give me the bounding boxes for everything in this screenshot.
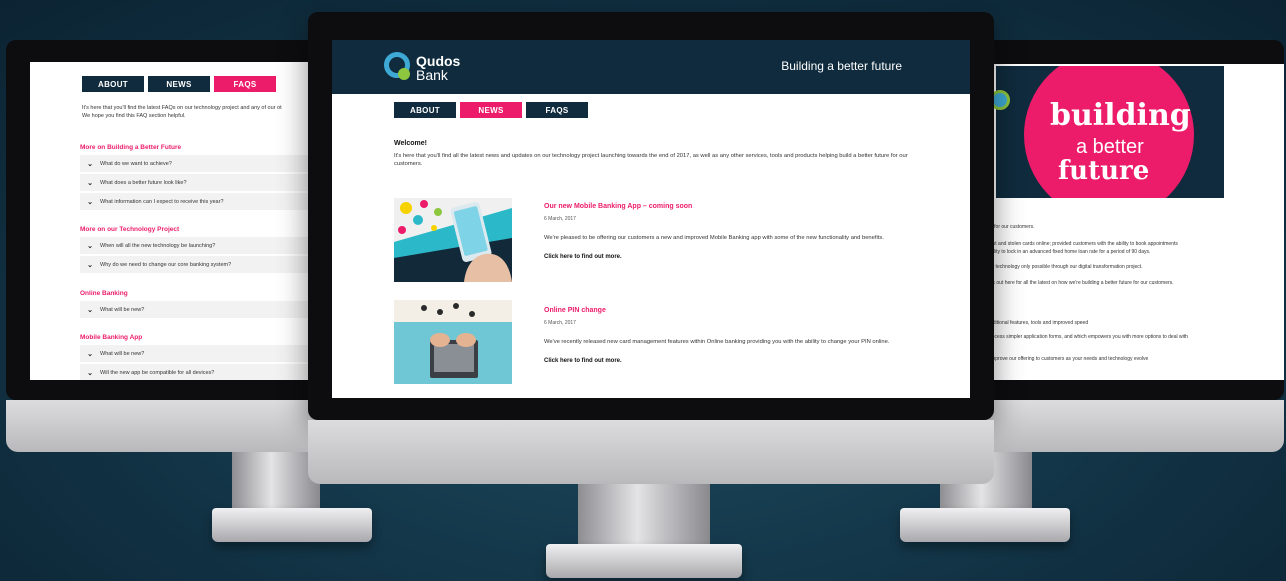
news-read-more-link[interactable]: Click here to find out more. (544, 358, 622, 364)
news-image-mobile-app[interactable] (394, 198, 512, 282)
news-date: 6 March, 2017 (544, 216, 576, 222)
hero-word: future (1058, 156, 1150, 186)
news-body: We've recently released new card managem… (544, 339, 890, 345)
phone-hand-illustration (394, 198, 512, 282)
laptop-typing-illustration (394, 300, 512, 384)
news-body: We're pleased to be offering our custome… (544, 235, 884, 241)
right-body-line: bility to lock in an advanced fixed home… (990, 249, 1151, 255)
right-monitor-foot (900, 508, 1070, 542)
chevron-down-icon: ⌄ (87, 179, 93, 187)
right-body-line: dditional features, tools and improved s… (990, 320, 1089, 326)
faq-section-online-banking: Online Banking ⌄ What will be new? (80, 290, 320, 320)
tab-faqs[interactable]: FAQS (214, 76, 276, 92)
chevron-down-icon: ⌄ (87, 242, 93, 250)
center-monitor-chin (308, 420, 994, 484)
faq-section-heading: More on Building a Better Future (80, 144, 182, 151)
qudos-logo-dot-icon (398, 68, 410, 80)
faq-item[interactable]: ⌄ When will all the new technology be lau… (80, 237, 320, 254)
faq-item[interactable]: ⌄ What will be new? (80, 301, 320, 318)
chevron-down-icon: ⌄ (87, 350, 93, 358)
faq-section-heading: Online Banking (80, 290, 128, 297)
center-tab-bar: ABOUT NEWS FAQS (394, 102, 588, 118)
right-hero-banner: building a better future (996, 66, 1224, 198)
faq-intro-line: We hope you find this FAQ section helpfu… (82, 113, 186, 119)
tab-faqs[interactable]: FAQS (526, 102, 588, 118)
faq-intro-line: It's here that you'll find the latest FA… (82, 105, 282, 111)
right-body-line: of technology only possible through our … (990, 264, 1143, 270)
chevron-down-icon: ⌄ (87, 369, 93, 377)
news-title-link[interactable]: Our new Mobile Banking App – coming soon (544, 203, 692, 210)
news-read-more-link[interactable]: Click here to find out more. (544, 254, 622, 260)
faq-section-technology: More on our Technology Project ⌄ When wil… (80, 226, 320, 275)
right-body-line: improve our offering to customers as you… (990, 356, 1149, 362)
chevron-down-icon: ⌄ (87, 160, 93, 168)
site-header: Qudos Bank Building a better future (332, 40, 970, 94)
faq-item[interactable]: ⌄ What do we want to achieve? (80, 155, 320, 172)
tab-news[interactable]: NEWS (148, 76, 210, 92)
center-monitor-foot (546, 544, 742, 578)
hero-word: building (1050, 98, 1191, 133)
faq-item[interactable]: ⌄ Why do we need to change our core banki… (80, 256, 320, 273)
news-title-link[interactable]: Online PIN change (544, 307, 606, 314)
tab-about[interactable]: ABOUT (394, 102, 456, 118)
chevron-down-icon: ⌄ (87, 306, 93, 314)
faq-section-heading: Mobile Banking App (80, 334, 143, 341)
news-date: 6 March, 2017 (544, 320, 576, 326)
faq-item[interactable]: ⌄ What will be new? (80, 345, 320, 362)
tab-about[interactable]: ABOUT (82, 76, 144, 92)
tab-news[interactable]: NEWS (460, 102, 522, 118)
left-tab-bar: ABOUT NEWS FAQS (82, 76, 276, 92)
left-monitor-foot (212, 508, 372, 542)
faq-item[interactable]: ⌄ What information can I expect to receiv… (80, 193, 320, 210)
chevron-down-icon: ⌄ (87, 198, 93, 206)
center-monitor-stand (578, 484, 710, 550)
faq-section-heading: More on our Technology Project (80, 226, 180, 233)
site-tagline: Building a better future (781, 59, 902, 73)
right-monitor-screen: building a better future e for our custo… (966, 64, 1284, 380)
right-monitor-chin (948, 400, 1284, 452)
welcome-body: It's here that you'll find all the lates… (394, 153, 908, 167)
chevron-down-icon: ⌄ (87, 261, 93, 269)
faq-section-better-future: More on Building a Better Future ⌄ What d… (80, 144, 320, 212)
left-monitor-screen: ABOUT NEWS FAQS It's here that you'll fi… (30, 62, 330, 380)
right-body-line: rocess simpler application forms, and wh… (990, 334, 1188, 340)
left-monitor-stand (232, 452, 320, 514)
center-monitor-screen: Qudos Bank Building a better future ABOU… (332, 40, 970, 398)
right-body-line: e for our customers. (990, 224, 1035, 230)
welcome-title: Welcome! (394, 140, 427, 147)
right-body-line: ck out here for all the latest on how we… (990, 280, 1174, 286)
faq-section-mobile-banking: Mobile Banking App ⌄ What will be new? ⌄ W… (80, 334, 320, 380)
faq-intro: It's here that you'll find the latest FA… (82, 104, 330, 120)
faq-item[interactable]: ⌄ What does a better future look like? (80, 174, 320, 191)
news-image-pin-change[interactable] (394, 300, 512, 384)
faq-item[interactable]: ⌄ Will the new app be compatible for all … (80, 364, 320, 380)
right-body-line: ost and stolen cards online; provided cu… (990, 241, 1178, 247)
logo-text[interactable]: Bank (416, 67, 448, 83)
left-monitor-chin (6, 400, 346, 452)
